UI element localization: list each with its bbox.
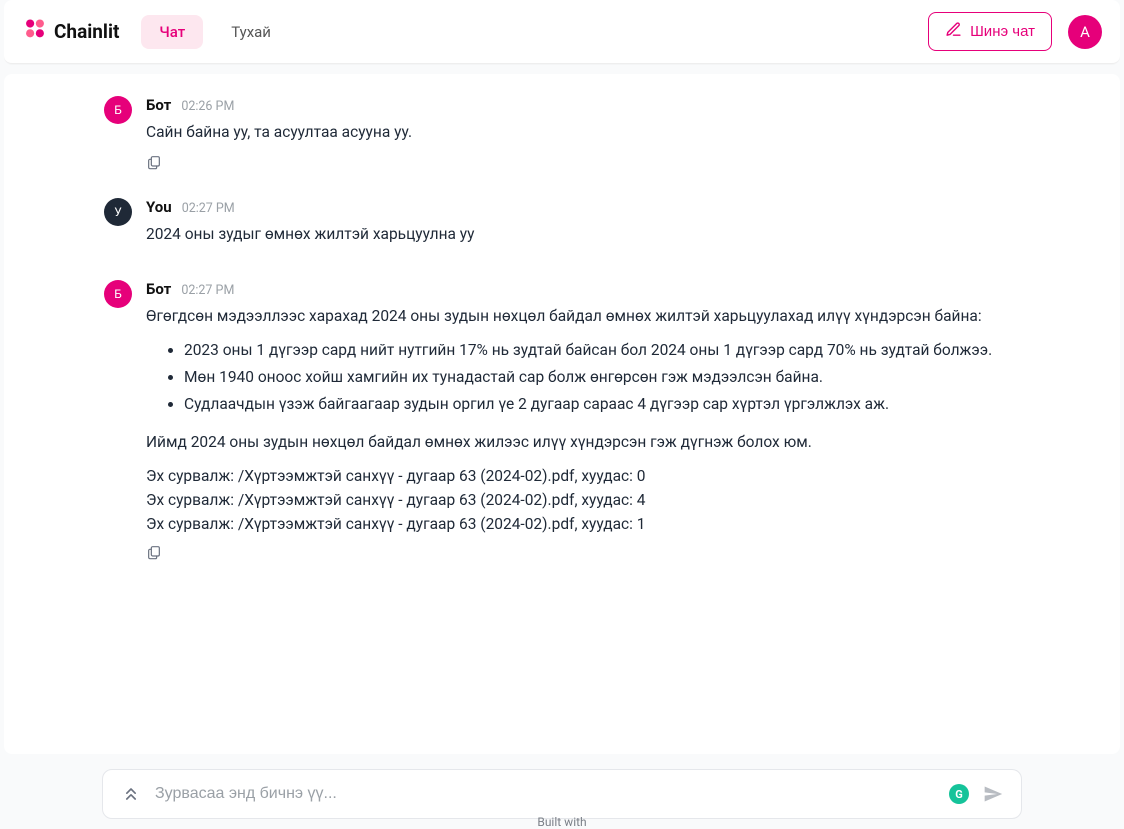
message-time: 02:26 PM — [181, 99, 234, 114]
message-paragraph: Сайн байна уу, та асуултаа асууна уу. — [146, 120, 1080, 144]
message-author: Бот — [146, 280, 171, 298]
message-content: 2024 оны зудыг өмнөх жилтэй харьцуулна у… — [146, 222, 1080, 246]
message-avatar: Б — [104, 96, 132, 124]
message-source: Эх сурвалж: /Хүртээмжтэй санхүү - дугаар… — [146, 512, 1080, 536]
new-chat-label: Шинэ чат — [970, 23, 1035, 40]
grammarly-icon[interactable]: G — [949, 784, 969, 804]
message-header: Бот 02:26 PM — [146, 96, 1080, 114]
message-bullet: Судлаачдын үзэж байгаагаар зудын оргил ү… — [184, 392, 1080, 416]
topbar: Chainlit Чат Тухай Шинэ чат A — [4, 0, 1120, 64]
message-paragraph: Өгөгдсөн мэдээллээс харахад 2024 оны зуд… — [146, 304, 1080, 328]
message-author: Бот — [146, 96, 171, 114]
message-avatar: У — [104, 198, 132, 226]
user-avatar[interactable]: A — [1068, 15, 1102, 49]
message-bullet: Мөн 1940 оноос хойш хамгийн их тунадаста… — [184, 365, 1080, 389]
chat-scroll-area[interactable]: Б Бот 02:26 PM Сайн байна уу, та асуултаа а… — [4, 74, 1120, 754]
chainlit-logo-icon — [22, 17, 48, 47]
message-avatar: Б — [104, 280, 132, 308]
tab-about[interactable]: Тухай — [213, 15, 289, 49]
message-time: 02:27 PM — [182, 201, 235, 216]
message-bullet-list: 2023 оны 1 дүгээр сард нийт нутгийн 17% … — [168, 338, 1080, 416]
message-content: Сайн байна уу, та асуултаа асууна уу. — [146, 120, 1080, 144]
message-paragraph: 2024 оны зудыг өмнөх жилтэй харьцуулна у… — [146, 222, 1080, 246]
copy-icon[interactable] — [146, 154, 166, 174]
brand-logo[interactable]: Chainlit — [22, 17, 119, 47]
composer: G — [102, 769, 1022, 819]
message-header: Бот 02:27 PM — [146, 280, 1080, 298]
tab-chat[interactable]: Чат — [141, 15, 203, 49]
footer-credit: Built with — [0, 815, 1124, 829]
message-row: Б Бот 02:26 PM Сайн байна уу, та асуултаа а… — [4, 88, 1120, 182]
composer-wrap: G — [0, 769, 1124, 819]
message-body: Бот 02:27 PM Өгөгдсөн мэдээллээс харахад 2… — [146, 280, 1080, 564]
expand-icon[interactable] — [121, 784, 141, 804]
message-source: Эх сурвалж: /Хүртээмжтэй санхүү - дугаар… — [146, 464, 1080, 488]
new-chat-button[interactable]: Шинэ чат — [928, 12, 1052, 51]
message-paragraph: Иймд 2024 оны зудын нөхцөл байдал өмнөх … — [146, 430, 1080, 454]
message-header: You 02:27 PM — [146, 198, 1080, 216]
brand-name: Chainlit — [54, 20, 119, 43]
message-bullet: 2023 оны 1 дүгээр сард нийт нутгийн 17% … — [184, 338, 1080, 362]
user-avatar-letter: A — [1080, 23, 1090, 41]
message-content: Өгөгдсөн мэдээллээс харахад 2024 оны зуд… — [146, 304, 1080, 536]
send-icon[interactable] — [983, 784, 1003, 804]
copy-icon[interactable] — [146, 544, 166, 564]
message-author: You — [146, 198, 172, 216]
message-row: У You 02:27 PM 2024 оны зудыг өмнөх жилтэй … — [4, 190, 1120, 264]
message-body: You 02:27 PM 2024 оны зудыг өмнөх жилтэй х… — [146, 198, 1080, 256]
message-body: Бот 02:26 PM Сайн байна уу, та асуултаа ас… — [146, 96, 1080, 174]
nav-tabs: Чат Тухай — [141, 15, 289, 49]
message-source: Эх сурвалж: /Хүртээмжтэй санхүү - дугаар… — [146, 488, 1080, 512]
message-input[interactable] — [155, 785, 935, 803]
message-time: 02:27 PM — [181, 283, 234, 298]
topbar-right: Шинэ чат A — [928, 12, 1102, 51]
message-row: Б Бот 02:27 PM Өгөгдсөн мэдээллээс харахад … — [4, 272, 1120, 572]
edit-icon — [945, 21, 962, 42]
